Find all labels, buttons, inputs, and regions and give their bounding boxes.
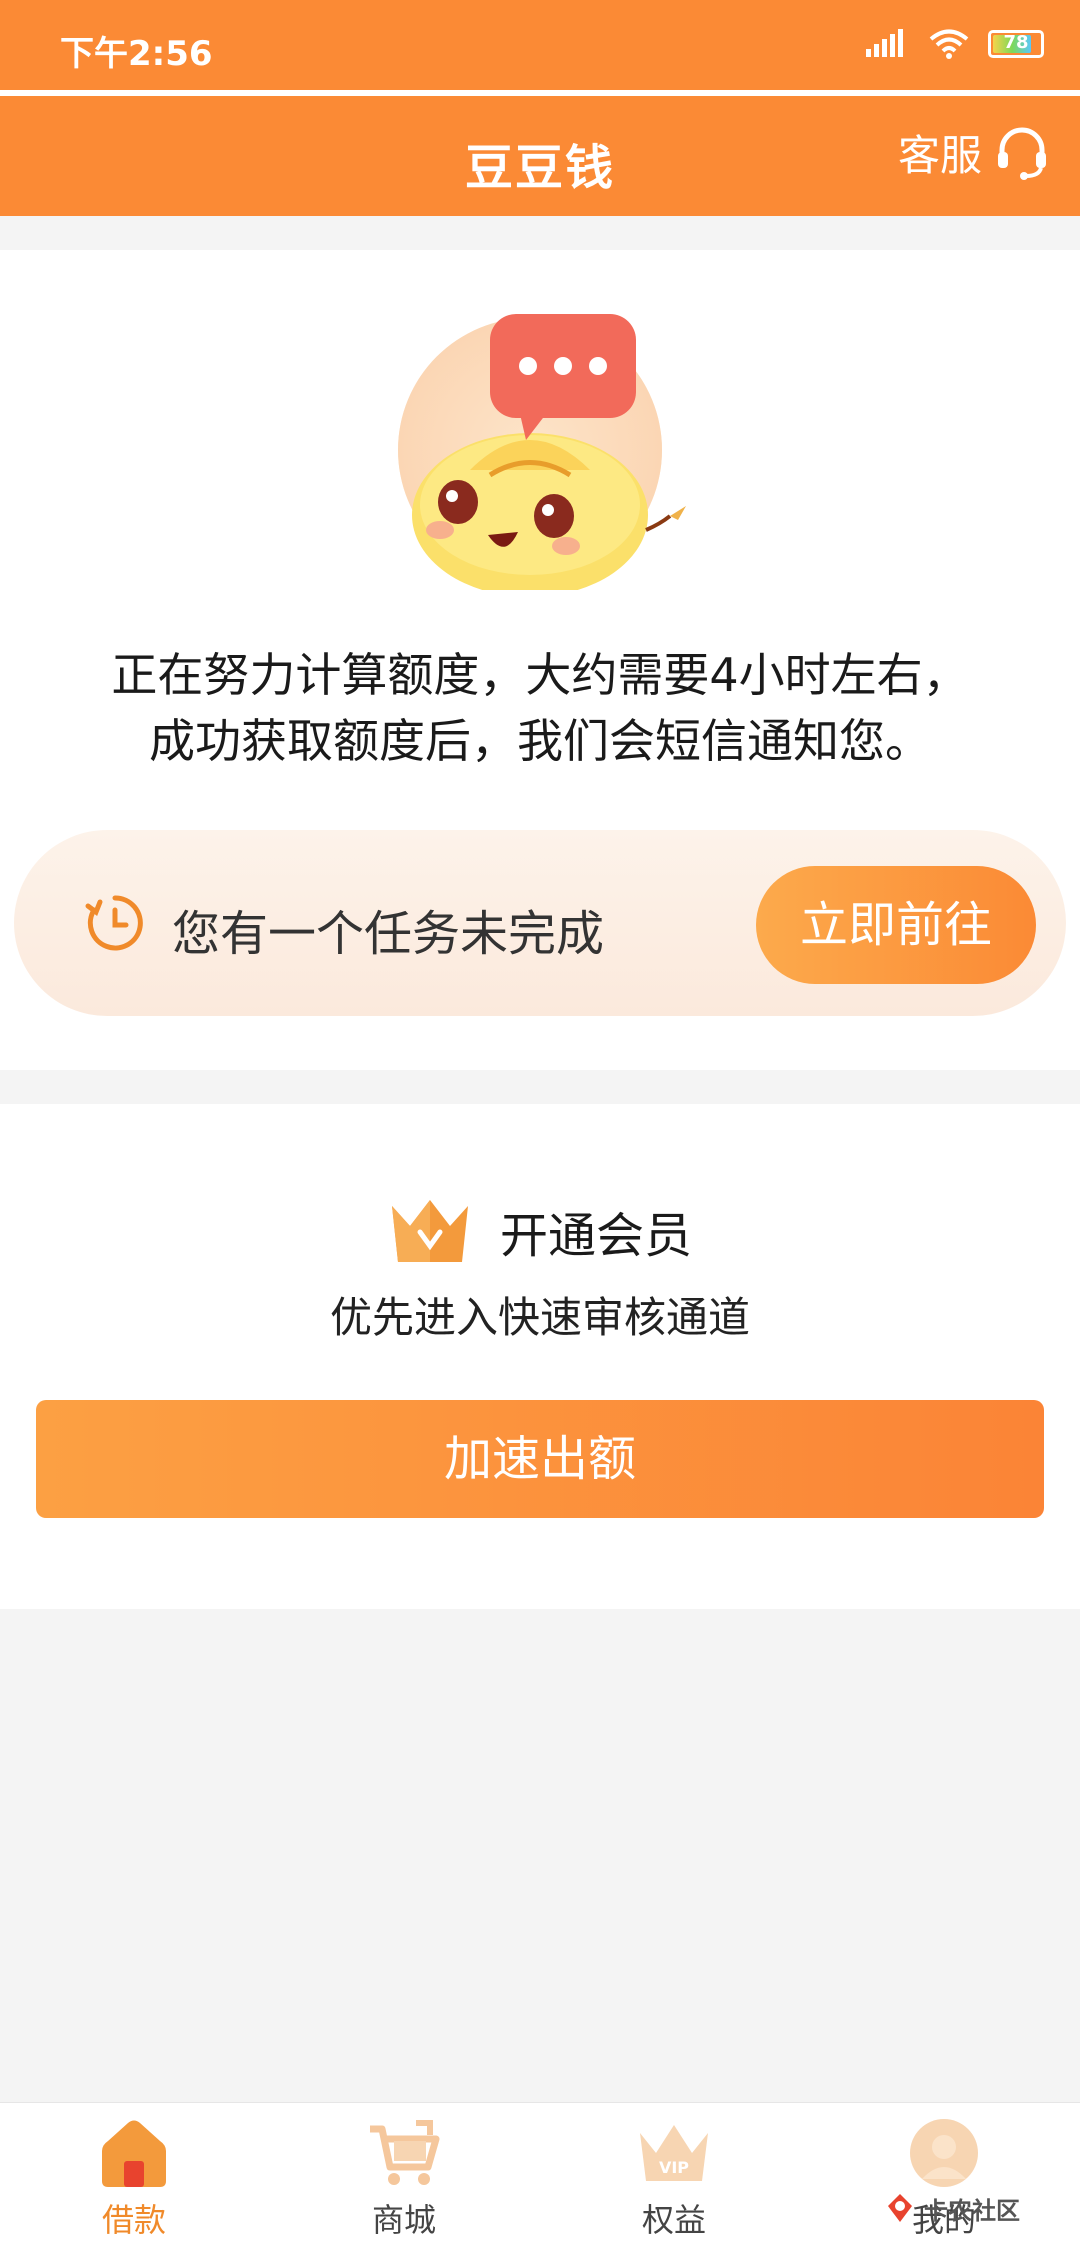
tab-benefits[interactable]: VIP 权益 — [574, 2117, 774, 2247]
calc-line-1: 正在努力计算额度，大约需要4小时左右， — [111, 648, 969, 702]
pending-task-bar: 您有一个任务未完成 立即前往 — [14, 830, 1066, 1016]
svg-text:VIP: VIP — [659, 2158, 689, 2177]
vip-header: 开通会员 — [0, 1196, 1080, 1266]
status-icons: 78 — [866, 28, 1044, 60]
watermark: 卡农社区 — [882, 2190, 1020, 2226]
headset-icon — [998, 127, 1046, 180]
vip-card: 开通会员 优先进入快速审核通道 加速出额 — [0, 1104, 1080, 1609]
speed-up-button[interactable]: 加速出额 — [36, 1400, 1044, 1518]
vip-title: 开通会员 — [499, 1208, 692, 1264]
customer-service-button[interactable]: 客服 — [898, 122, 1050, 183]
mascot-illustration — [398, 314, 686, 590]
avatar-icon — [910, 2119, 978, 2187]
customer-service-label: 客服 — [897, 131, 982, 180]
bottom-tab-bar: 借款 商城 VIP 权益 我的 — [0, 2102, 1080, 2249]
nav-bar: 豆豆钱 客服 — [0, 96, 1080, 216]
calculating-message: 正在努力计算额度，大约需要4小时左右， 成功获取额度后，我们会短信通知您。 — [0, 642, 1080, 774]
crown-vip-icon: VIP — [640, 2125, 708, 2181]
crown-icon — [391, 1200, 468, 1262]
clock-icon — [85, 895, 143, 951]
go-now-button[interactable]: 立即前往 — [756, 866, 1036, 984]
home-icon — [102, 2120, 166, 2187]
status-bar: 下午2:56 78 — [0, 0, 1080, 92]
calc-line-2: 成功获取额度后，我们会短信通知您。 — [149, 714, 931, 768]
battery-icon: 78 — [988, 30, 1044, 58]
tab-loan[interactable]: 借款 — [34, 2117, 234, 2247]
pending-task-text: 您有一个任务未完成 — [172, 906, 605, 962]
battery-level: 78 — [1003, 32, 1029, 53]
tab-label: 商城 — [371, 2201, 436, 2239]
credit-status-card: 正在努力计算额度，大约需要4小时左右， 成功获取额度后，我们会短信通知您。 您有… — [0, 250, 1080, 1070]
watermark-logo-icon — [888, 2194, 912, 2222]
status-time: 下午2:56 — [60, 34, 213, 74]
cart-icon — [370, 2120, 440, 2185]
wifi-icon — [929, 29, 969, 59]
tab-mine[interactable]: 我的 — [844, 2117, 1044, 2247]
tab-label: 权益 — [641, 2201, 706, 2239]
signal-icon — [866, 29, 903, 57]
tab-label: 借款 — [101, 2201, 166, 2239]
tab-mall[interactable]: 商城 — [304, 2117, 504, 2247]
vip-subtitle: 优先进入快速审核通道 — [329, 1293, 750, 1342]
watermark-text: 卡农社区 — [924, 2196, 1020, 2225]
